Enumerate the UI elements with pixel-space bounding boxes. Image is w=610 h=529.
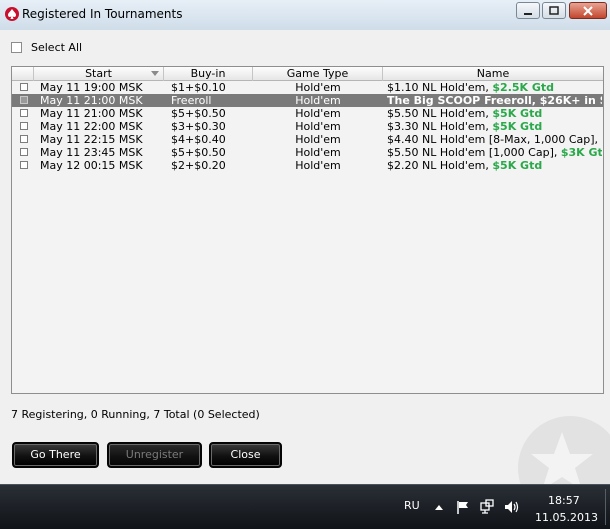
cell-start: May 12 00:15 MSK xyxy=(40,159,164,172)
table-row[interactable]: May 11 22:15 MSK $4+$0.40Hold'em $4.40 NL … xyxy=(12,133,603,146)
taskbar: RU 18:57 11.05.2013 xyxy=(0,484,610,529)
close-icon xyxy=(582,6,594,16)
row-checkbox[interactable] xyxy=(20,96,28,104)
row-checkbox[interactable] xyxy=(20,161,28,169)
cell-game-type: Hold'em xyxy=(253,94,383,107)
sort-descending-icon xyxy=(151,71,159,76)
tournament-name: $5.50 NL Hold'em [1,000 Cap], xyxy=(387,146,561,159)
cell-name: $5.50 NL Hold'em [1,000 Cap], $3K Gtd xyxy=(387,146,602,159)
network-icon[interactable] xyxy=(479,499,495,515)
cell-name: $5.50 NL Hold'em, $5K Gtd xyxy=(387,107,602,120)
tournament-name: $1.10 NL Hold'em, xyxy=(387,81,492,94)
cell-game-type: Hold'em xyxy=(253,120,383,133)
table-row[interactable]: May 11 22:00 MSK $3+$0.30Hold'em $3.30 NL … xyxy=(12,120,603,133)
close-button[interactable]: Close xyxy=(209,442,282,468)
action-center-flag-icon[interactable] xyxy=(455,499,471,515)
guarantee-amount: $5K Gtd xyxy=(492,120,542,133)
header-start[interactable]: Start xyxy=(34,67,164,81)
minimize-button[interactable] xyxy=(516,2,540,19)
cell-buyin: $1+$0.10 xyxy=(171,81,251,94)
row-checkbox[interactable] xyxy=(20,148,28,156)
guarantee-amount: $2.5K Gtd xyxy=(492,81,554,94)
cell-buyin: $5+$0.50 xyxy=(171,146,251,159)
clock-date[interactable]: 11.05.2013 xyxy=(535,511,598,524)
close-window-button[interactable] xyxy=(569,2,607,19)
list-header: Start Buy-in Game Type Name xyxy=(12,67,603,81)
cell-start: May 11 19:00 MSK xyxy=(40,81,164,94)
minimize-icon xyxy=(523,6,533,16)
header-name[interactable]: Name xyxy=(383,67,603,81)
row-checkbox[interactable] xyxy=(20,83,28,91)
cell-start: May 11 21:00 MSK xyxy=(40,107,164,120)
cell-name: The Big SCOOP Freeroll, $26K+ in SCOO... xyxy=(387,94,602,107)
cell-buyin: $2+$0.20 xyxy=(171,159,251,172)
table-row[interactable]: May 11 21:00 MSK FreerollHold'em The Big S… xyxy=(12,94,603,107)
window-content: Select All Start Buy-in Game Type Name M… xyxy=(0,30,610,484)
cell-name: $2.20 NL Hold'em, $5K Gtd xyxy=(387,159,602,172)
cell-game-type: Hold'em xyxy=(253,133,383,146)
guarantee-amount: $5K Gtd xyxy=(492,159,542,172)
cell-start: May 11 23:45 MSK xyxy=(40,146,164,159)
cell-buyin: Freeroll xyxy=(171,94,251,107)
window-title: Registered In Tournaments xyxy=(22,7,182,21)
pokerstars-spade-icon xyxy=(4,6,20,22)
tournament-name: The Big SCOOP Freeroll, $26K+ in SCOO... xyxy=(387,94,602,107)
cell-game-type: Hold'em xyxy=(253,107,383,120)
header-start-label: Start xyxy=(85,67,112,80)
header-checkbox-column xyxy=(12,67,34,81)
cell-game-type: Hold'em xyxy=(253,159,383,172)
maximize-icon xyxy=(549,6,559,16)
unregister-button[interactable]: Unregister xyxy=(107,442,202,468)
clock-time[interactable]: 18:57 xyxy=(548,494,580,507)
show-desktop-button[interactable] xyxy=(605,489,606,525)
tournament-name: $4.40 NL Hold'em [8-Max, 1,000 Cap], xyxy=(387,133,602,146)
table-row[interactable]: May 11 21:00 MSK $5+$0.50Hold'em $5.50 NL … xyxy=(12,107,603,120)
table-row[interactable]: May 11 19:00 MSK $1+$0.10Hold'em $1.10 NL … xyxy=(12,81,603,94)
pokerstars-watermark-logo xyxy=(500,410,610,484)
header-buyin[interactable]: Buy-in xyxy=(164,67,253,81)
tournament-name: $2.20 NL Hold'em, xyxy=(387,159,492,172)
cell-start: May 11 21:00 MSK xyxy=(40,94,164,107)
table-row[interactable]: May 12 00:15 MSK $2+$0.20Hold'em $2.20 NL … xyxy=(12,159,603,172)
status-text: 7 Registering, 0 Running, 7 Total (0 Sel… xyxy=(11,408,260,421)
cell-buyin: $5+$0.50 xyxy=(171,107,251,120)
select-all-checkbox[interactable] xyxy=(11,42,22,53)
table-row[interactable]: May 11 23:45 MSK $5+$0.50Hold'em $5.50 NL … xyxy=(12,146,603,159)
language-indicator[interactable]: RU xyxy=(404,499,420,512)
cell-name: $3.30 NL Hold'em, $5K Gtd xyxy=(387,120,602,133)
select-all-label: Select All xyxy=(31,41,82,54)
cell-buyin: $3+$0.30 xyxy=(171,120,251,133)
cell-start: May 11 22:15 MSK xyxy=(40,133,164,146)
row-checkbox[interactable] xyxy=(20,135,28,143)
cell-name: $4.40 NL Hold'em [8-Max, 1,000 Cap], $2.… xyxy=(387,133,602,146)
cell-game-type: Hold'em xyxy=(253,146,383,159)
maximize-button[interactable] xyxy=(542,2,566,19)
cell-game-type: Hold'em xyxy=(253,81,383,94)
show-hidden-icons-icon[interactable] xyxy=(435,505,443,510)
select-all-control[interactable]: Select All xyxy=(11,41,82,54)
go-there-button[interactable]: Go There xyxy=(12,442,99,468)
guarantee-amount: $3K Gtd xyxy=(561,146,602,159)
cell-start: May 11 22:00 MSK xyxy=(40,120,164,133)
guarantee-amount: $5K Gtd xyxy=(492,107,542,120)
cell-name: $1.10 NL Hold'em, $2.5K Gtd xyxy=(387,81,602,94)
tournament-name: $5.50 NL Hold'em, xyxy=(387,107,492,120)
header-game-type[interactable]: Game Type xyxy=(253,67,383,81)
volume-icon[interactable] xyxy=(503,499,519,515)
row-checkbox[interactable] xyxy=(20,122,28,130)
row-checkbox[interactable] xyxy=(20,109,28,117)
cell-buyin: $4+$0.40 xyxy=(171,133,251,146)
title-bar[interactable]: Registered In Tournaments xyxy=(0,0,610,31)
tournament-list[interactable]: Start Buy-in Game Type Name May 11 19:00… xyxy=(11,66,604,394)
tournament-name: $3.30 NL Hold'em, xyxy=(387,120,492,133)
registered-tournaments-window: Registered In Tournaments Select All Sta… xyxy=(0,0,610,484)
